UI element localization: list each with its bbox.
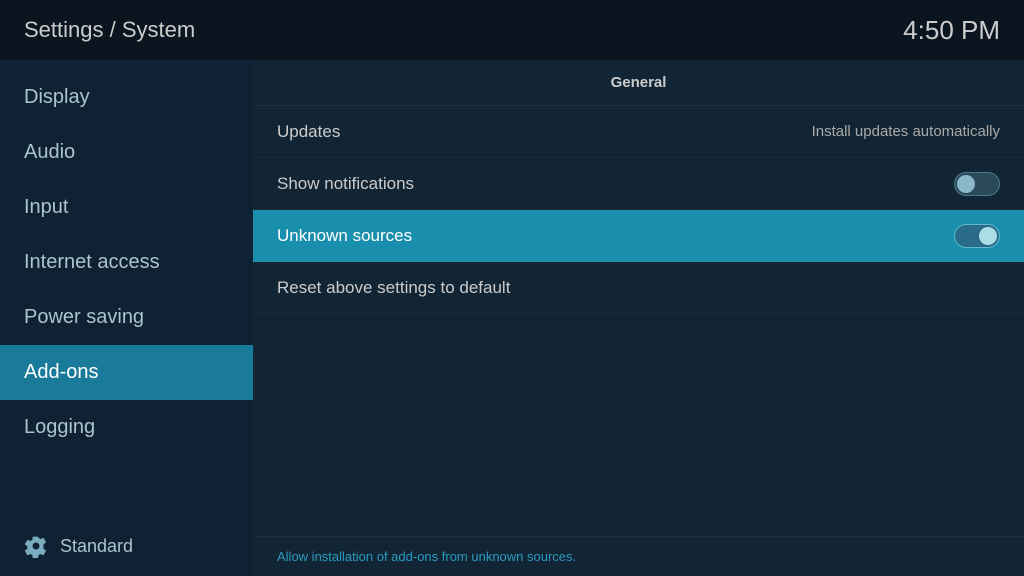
sidebar-item-audio[interactable]: Audio	[0, 125, 253, 180]
toggle-knob-unknown-sources	[979, 227, 997, 245]
setting-label-updates: Updates	[277, 122, 340, 142]
sidebar-item-logging[interactable]: Logging	[0, 400, 253, 455]
profile-label: Standard	[60, 536, 133, 557]
setting-value-updates: Install updates automatically	[812, 123, 1000, 140]
setting-label-unknown-sources: Unknown sources	[277, 226, 412, 246]
main-content: General Updates Install updates automati…	[253, 60, 1024, 576]
footer-hint: Allow installation of add-ons from unkno…	[253, 536, 1024, 576]
setting-row-updates[interactable]: Updates Install updates automatically	[253, 106, 1024, 158]
page-title: Settings / System	[24, 17, 195, 43]
toggle-unknown-sources[interactable]	[954, 224, 1000, 248]
toggle-knob-show-notifications	[957, 175, 975, 193]
sidebar-item-input[interactable]: Input	[0, 180, 253, 235]
setting-row-show-notifications[interactable]: Show notifications	[253, 158, 1024, 210]
setting-row-unknown-sources[interactable]: Unknown sources	[253, 210, 1024, 262]
setting-row-reset[interactable]: Reset above settings to default	[253, 262, 1024, 314]
sidebar-item-internet-access[interactable]: Internet access	[0, 235, 253, 290]
sidebar-footer: Standard	[0, 516, 253, 576]
setting-label-show-notifications: Show notifications	[277, 174, 414, 194]
section-header: General	[253, 60, 1024, 106]
setting-label-reset: Reset above settings to default	[277, 278, 510, 298]
sidebar-item-power-saving[interactable]: Power saving	[0, 290, 253, 345]
settings-list: Updates Install updates automatically Sh…	[253, 106, 1024, 536]
sidebar: Display Audio Input Internet access Powe…	[0, 60, 253, 576]
clock: 4:50 PM	[903, 15, 1000, 46]
sidebar-item-add-ons[interactable]: Add-ons	[0, 345, 253, 400]
header: Settings / System 4:50 PM	[0, 0, 1024, 60]
toggle-show-notifications[interactable]	[954, 172, 1000, 196]
gear-icon	[24, 534, 48, 558]
sidebar-item-display[interactable]: Display	[0, 70, 253, 125]
